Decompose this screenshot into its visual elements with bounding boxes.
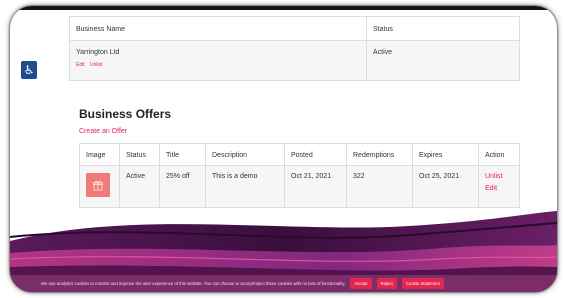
business-name: Yarrington Ltd <box>76 49 120 56</box>
edit-business-link[interactable]: Edit <box>76 62 85 68</box>
accessibility-button[interactable]: ♿ <box>21 61 37 79</box>
offers-table: Image Status Title Description Posted Re… <box>79 143 520 208</box>
business-cell: Yarrington Ltd Edit Unlist <box>69 40 367 81</box>
business-table-header: Business Name Status <box>69 16 520 41</box>
column-status: Status <box>366 16 520 41</box>
wheelchair-icon: ♿ <box>23 63 35 77</box>
cookie-bar: We use analytics cookies to monitor and … <box>10 275 557 292</box>
screenshot-stage: ♿ Business Name Status Yarrington Ltd Ed… <box>0 0 563 298</box>
cookie-message: We use analytics cookies to monitor and … <box>41 281 346 286</box>
unlist-offer-link[interactable]: Unlist <box>485 173 513 180</box>
column-description: Description <box>205 143 285 166</box>
column-image: Image <box>79 143 120 166</box>
page-card: ♿ Business Name Status Yarrington Ltd Ed… <box>10 6 557 292</box>
column-offer-status: Status <box>119 143 160 166</box>
edit-offer-link[interactable]: Edit <box>485 185 513 192</box>
column-title: Title <box>159 143 206 166</box>
column-business-name: Business Name <box>69 16 367 41</box>
cookie-statement-button[interactable]: Cookie Statement <box>401 278 444 289</box>
create-offer-link[interactable]: Create an Offer <box>79 128 127 135</box>
business-status: Active <box>366 40 520 81</box>
offer-thumbnail <box>86 173 110 197</box>
top-bar <box>10 6 557 10</box>
business-row: Yarrington Ltd Edit Unlist Active <box>69 40 520 81</box>
business-table: Business Name Status Yarrington Ltd Edit… <box>69 16 520 81</box>
accept-button[interactable]: Accept <box>350 278 372 289</box>
unlist-business-link[interactable]: Unlist <box>90 62 103 68</box>
offers-table-header: Image Status Title Description Posted Re… <box>79 143 520 166</box>
business-links: Edit Unlist <box>76 62 360 68</box>
column-action: Action <box>478 143 520 166</box>
reject-button[interactable]: Reject <box>376 278 397 289</box>
gift-icon <box>93 180 103 191</box>
column-redemptions: Redemptions <box>346 143 413 166</box>
offers-heading: Business Offers <box>79 107 172 121</box>
column-posted: Posted <box>284 143 347 166</box>
column-expires: Expires <box>412 143 479 166</box>
